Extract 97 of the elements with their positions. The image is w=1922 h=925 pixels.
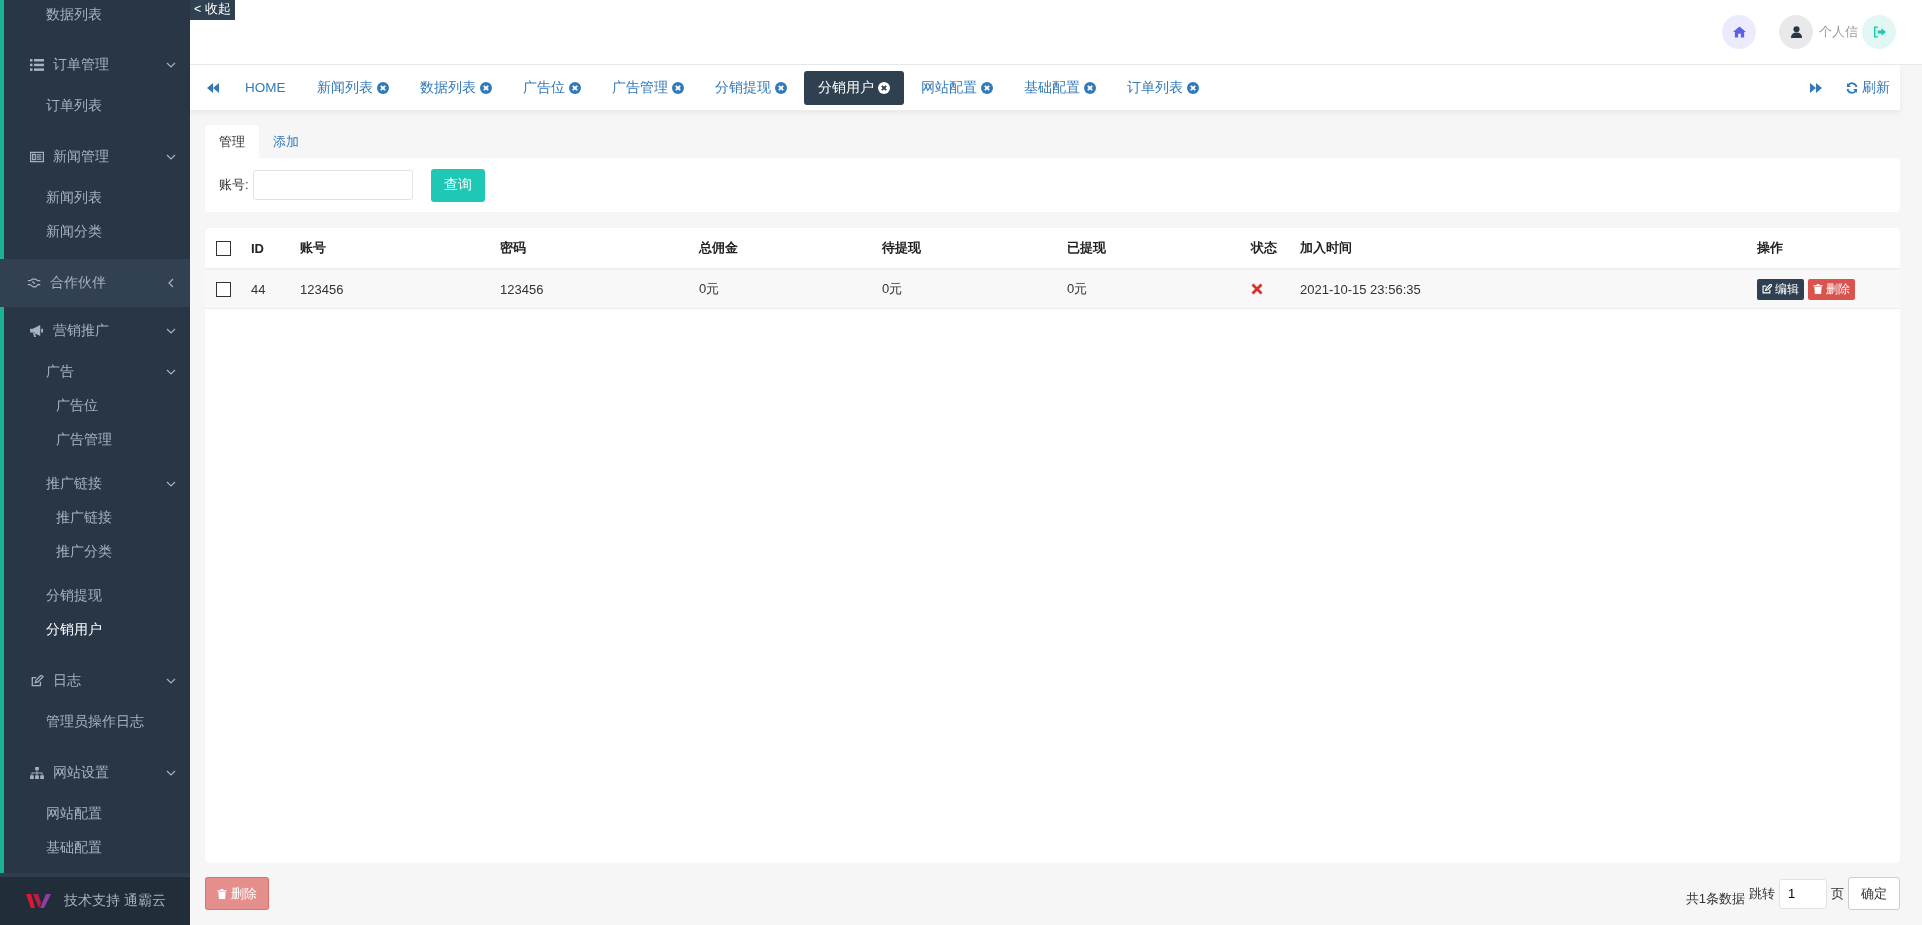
sidebar-item[interactable]: 推广链接 xyxy=(4,501,112,535)
list-icon xyxy=(30,59,44,71)
table-cell-text: 0元 xyxy=(699,280,721,298)
column-header: 密码 xyxy=(500,239,527,257)
column-header: 已提现 xyxy=(1067,239,1107,257)
sidebar-item[interactable]: 分销用户 xyxy=(4,613,102,647)
column-header: 总佣金 xyxy=(699,239,739,257)
logout-icon xyxy=(1872,26,1886,38)
user-info-link[interactable]: 个人信 xyxy=(1819,23,1858,41)
sidebar-item[interactable]: 广告位 xyxy=(4,389,98,423)
page-tab[interactable]: 订单列表 xyxy=(1112,70,1213,105)
close-icon[interactable] xyxy=(877,81,890,94)
page-tab[interactable]: 新闻列表 xyxy=(302,70,403,105)
close-icon[interactable] xyxy=(980,81,993,94)
edit-icon xyxy=(30,675,44,687)
user-icon xyxy=(1789,26,1803,38)
sidebar-item[interactable]: 新闻分类 xyxy=(4,215,102,249)
jump-label: 跳转 xyxy=(1749,884,1775,903)
close-icon[interactable] xyxy=(1186,81,1199,94)
page-tab[interactable]: 广告管理 xyxy=(597,70,698,105)
page-tab[interactable]: 数据列表 xyxy=(405,70,506,105)
page-tab[interactable]: 分销提现 xyxy=(700,70,801,105)
sidebar-subgroup[interactable]: 广告 xyxy=(4,355,190,389)
sidebar-group[interactable]: 新闻管理 xyxy=(4,133,190,181)
close-icon[interactable] xyxy=(774,81,787,94)
sidebar-item[interactable]: 基础配置 xyxy=(4,831,102,865)
double-left-arrow-icon xyxy=(207,82,219,93)
refresh-button[interactable]: 刷新 xyxy=(1840,70,1900,105)
sidebar-item[interactable]: 分销提现 xyxy=(4,579,102,613)
sub-tab[interactable]: 管理 xyxy=(205,125,259,158)
double-right-arrow-icon xyxy=(1810,82,1822,93)
edit-button[interactable]: 编辑 xyxy=(1757,278,1804,300)
table-cell-text: 44 xyxy=(251,281,267,297)
table-cell-text: 2021-10-15 23:56:35 xyxy=(1300,281,1422,297)
page-tab[interactable]: HOME xyxy=(231,70,300,105)
page-tab[interactable]: 广告位 xyxy=(508,70,595,105)
collapse-button[interactable]: < 收起 xyxy=(190,0,235,20)
home-icon xyxy=(1732,26,1746,38)
logo-icon xyxy=(26,893,54,909)
account-input[interactable] xyxy=(252,170,413,200)
sidebar-item[interactable]: 网站配置 xyxy=(4,797,102,831)
chevron-down-icon xyxy=(166,768,176,778)
sidebar-group[interactable]: 营销推广 xyxy=(4,307,190,355)
trash-icon xyxy=(217,888,227,899)
delete-button[interactable]: 删除 xyxy=(1808,278,1855,300)
column-header: ID xyxy=(251,240,265,256)
support-text: 技术支持 通霸云 xyxy=(64,892,166,910)
sidebar-item[interactable]: 新闻列表 xyxy=(4,181,102,215)
sidebar-item[interactable]: 数据列表 xyxy=(4,0,102,30)
row-checkbox[interactable] xyxy=(216,281,231,297)
close-icon[interactable] xyxy=(671,81,684,94)
column-header: 操作 xyxy=(1757,239,1784,257)
page-unit: 页 xyxy=(1831,884,1844,903)
page-input[interactable]: 1 xyxy=(1779,878,1827,909)
page-tab[interactable]: 基础配置 xyxy=(1009,70,1110,105)
sidebar-group[interactable]: 网站设置 xyxy=(4,749,190,797)
close-icon[interactable] xyxy=(1083,81,1096,94)
close-icon[interactable] xyxy=(376,81,389,94)
table-cell-text: 123456 xyxy=(500,281,545,297)
sidebar-group[interactable]: 日志 xyxy=(4,657,190,705)
close-icon[interactable] xyxy=(479,81,492,94)
sub-tab[interactable]: 添加 xyxy=(259,125,313,158)
select-all-checkbox[interactable] xyxy=(216,240,231,256)
sidebar-group[interactable]: 订单管理 xyxy=(4,41,190,89)
user-avatar-button[interactable] xyxy=(1779,15,1813,49)
close-icon[interactable] xyxy=(568,81,581,94)
chevron-down-icon xyxy=(166,60,176,70)
total-count: 共1条数据 xyxy=(1685,890,1745,908)
chevron-down-icon xyxy=(166,367,176,377)
trash-icon xyxy=(1813,284,1823,294)
sidebar-item[interactable]: 管理员操作日志 xyxy=(4,705,144,739)
newspaper-icon xyxy=(30,151,44,163)
table-cell-text: 0元 xyxy=(1067,280,1089,298)
chevron-down-icon xyxy=(166,152,176,162)
sidebar-item[interactable]: 广告管理 xyxy=(4,423,112,457)
column-header: 状态 xyxy=(1251,239,1278,257)
page-tab[interactable]: 分销用户 xyxy=(803,70,904,105)
sitemap-icon xyxy=(30,767,44,779)
sidebar-item[interactable]: 推广分类 xyxy=(4,535,112,569)
confirm-button[interactable]: 确定 xyxy=(1848,877,1900,910)
sidebar-item[interactable]: 订单列表 xyxy=(4,89,102,123)
column-header: 加入时间 xyxy=(1300,239,1353,257)
table-cell-text: 0元 xyxy=(882,280,904,298)
sidebar-subgroup[interactable]: 推广链接 xyxy=(4,467,190,501)
chevron-left-icon xyxy=(166,278,176,288)
chevron-down-icon xyxy=(166,479,176,489)
account-label: 账号: xyxy=(219,176,249,194)
bullhorn-icon xyxy=(30,325,44,337)
page-tab[interactable]: 网站配置 xyxy=(906,70,1007,105)
table-cell-text: 123456 xyxy=(300,281,345,297)
home-button[interactable] xyxy=(1722,15,1756,49)
chevron-down-icon xyxy=(166,326,176,336)
refresh-icon xyxy=(1846,81,1858,94)
edit-icon xyxy=(1762,284,1772,294)
chevron-down-icon xyxy=(166,676,176,686)
column-header: 账号 xyxy=(300,239,327,257)
column-header: 待提现 xyxy=(882,239,922,257)
